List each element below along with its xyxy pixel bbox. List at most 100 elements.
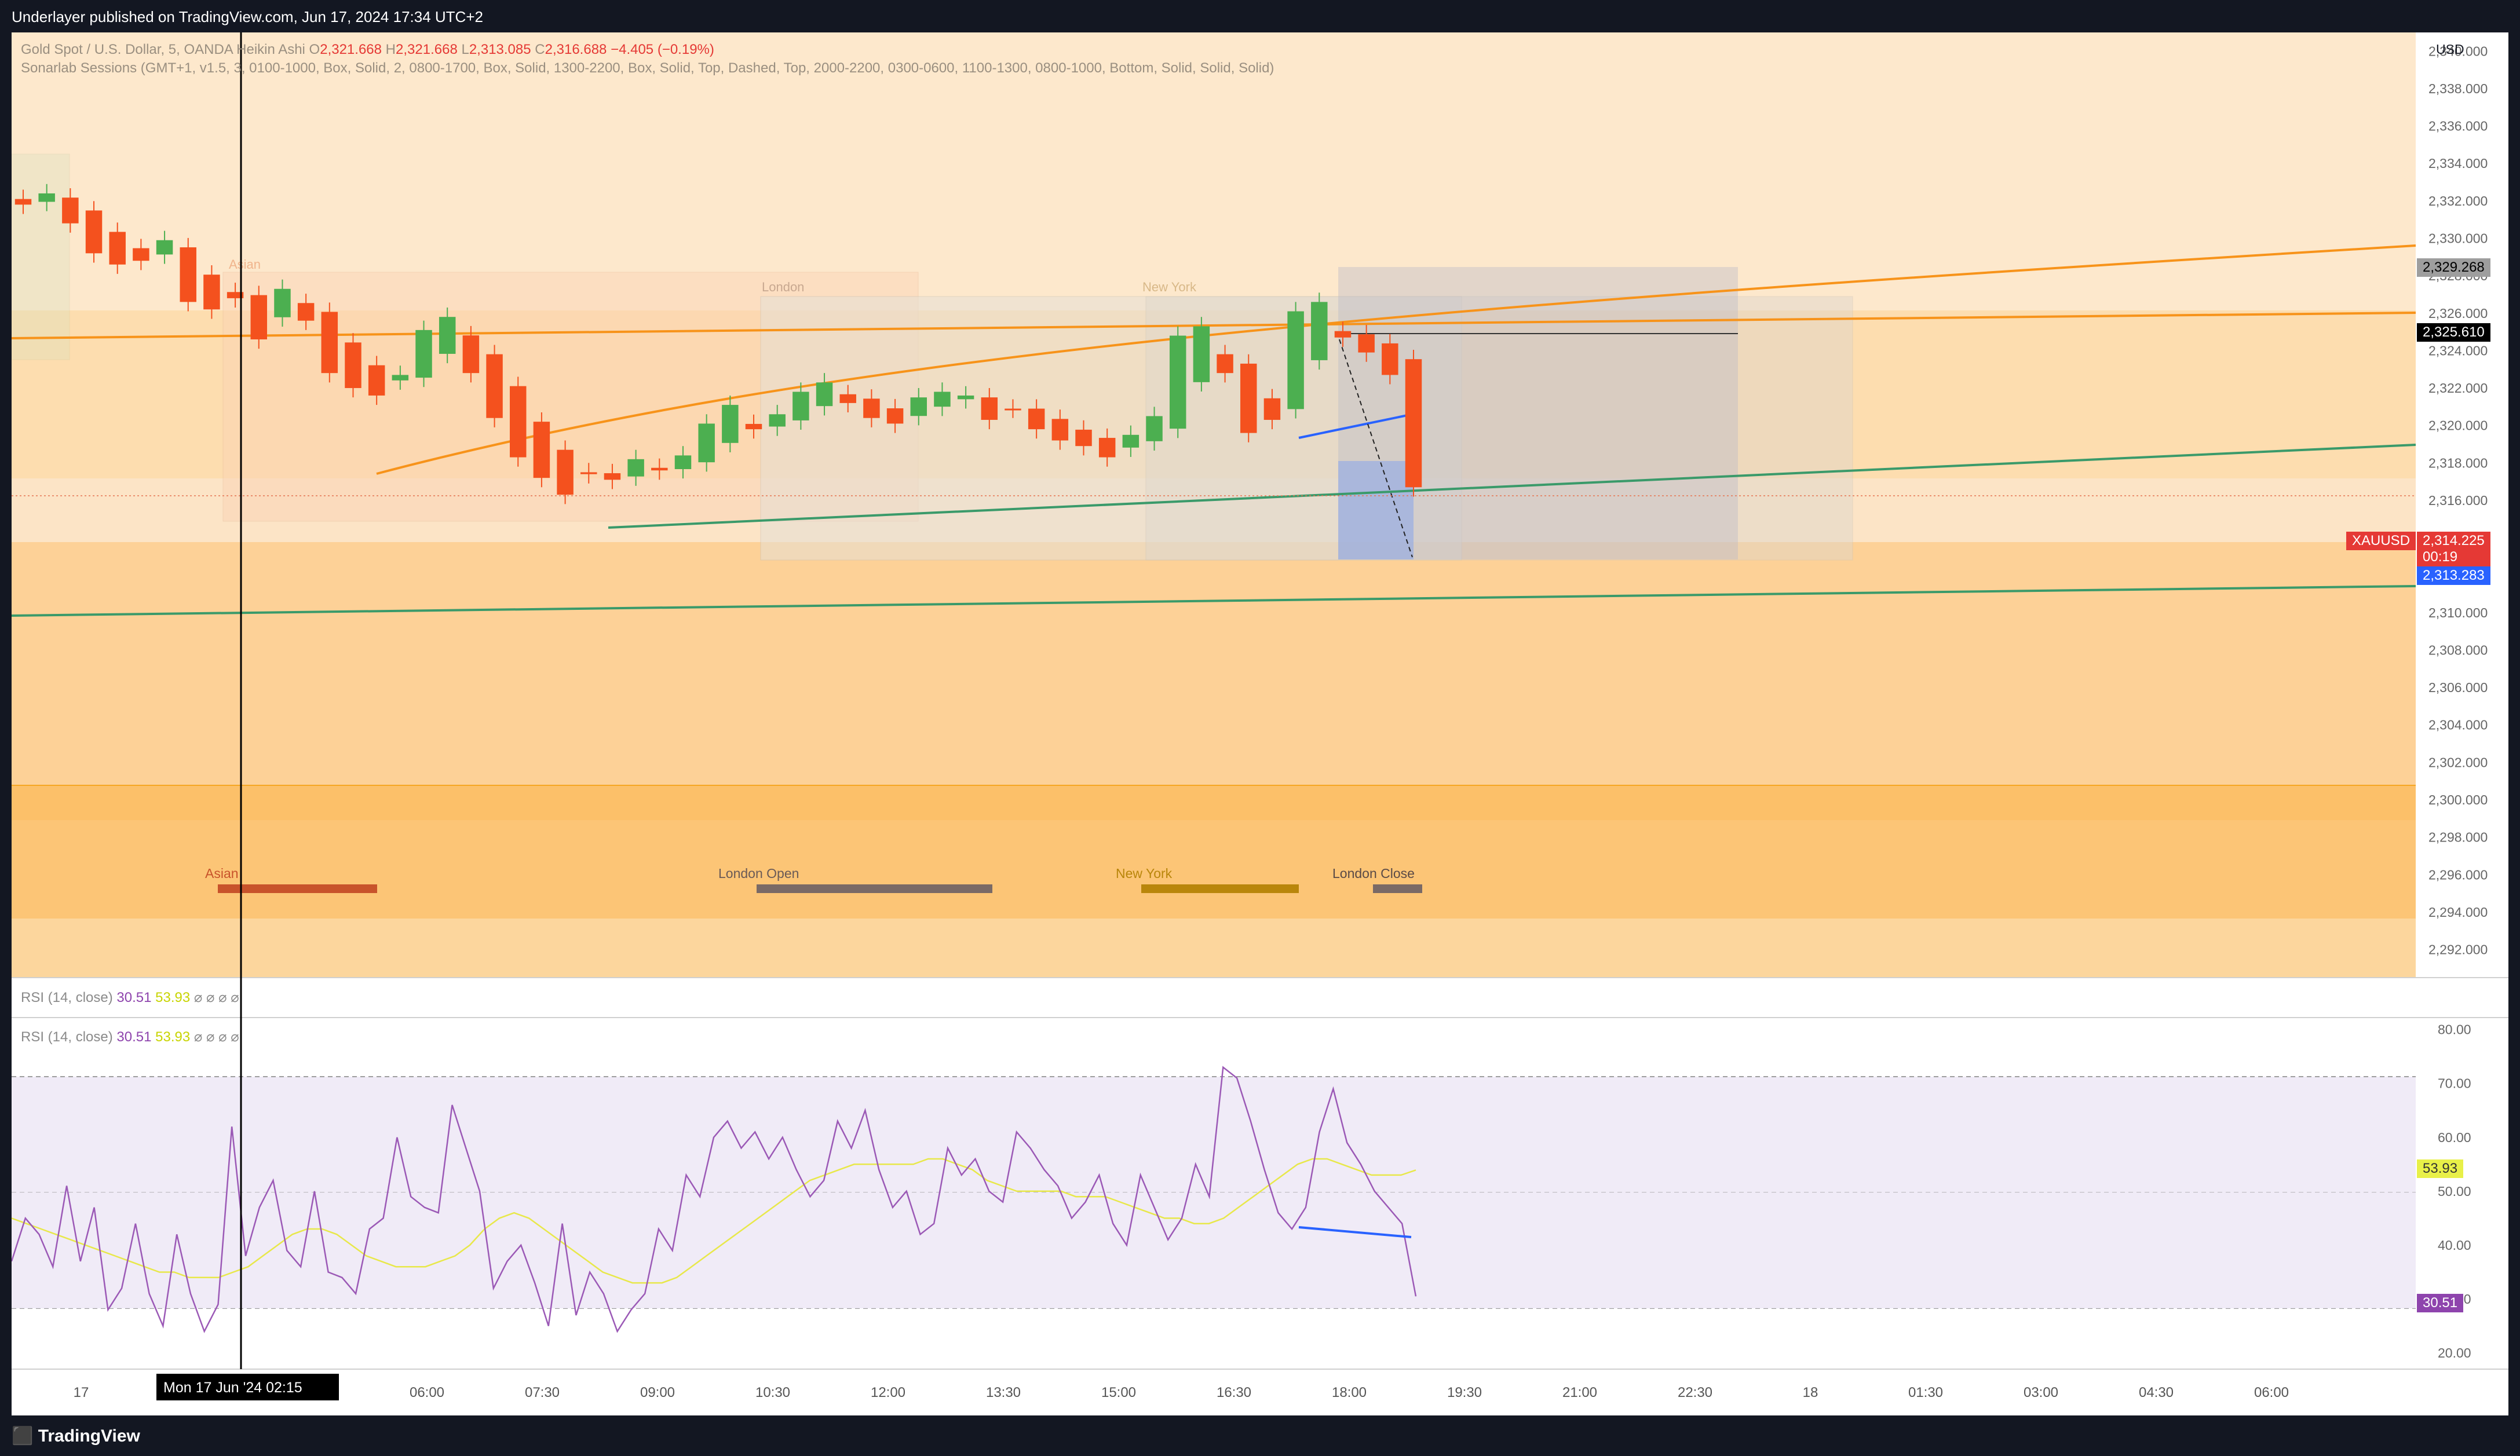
candle [1240,363,1257,433]
price-label: 2,302.000 [2428,755,2488,770]
candle [62,197,79,224]
candle [180,247,196,302]
symbol-tag: XAUUSD [2346,532,2416,550]
candle [1358,334,1375,353]
legend-high-label: H [385,42,396,57]
candle [1028,408,1045,430]
time-label: 15:00 [1101,1385,1136,1400]
session-label-london-open: London Open [718,866,799,881]
price-label: 2,294.000 [2428,905,2488,920]
legend-low: 2,313.085 [469,42,531,57]
rsi-legend-header[interactable]: RSI (14, close) 30.51 53.93 ⌀ ⌀ ⌀ ⌀ [21,989,239,1006]
candle [604,473,621,480]
price-label: 2,334.000 [2428,156,2488,171]
candle [674,455,692,469]
box-label-asian: Asian [229,257,261,272]
time-label: 03:00 [2024,1385,2058,1400]
candle [816,382,833,407]
price-label: 2,338.000 [2428,81,2488,96]
time-axis[interactable] [12,1369,2508,1415]
legend-close-label: C [535,42,545,57]
price-tag-high: 2,329.268 [2417,258,2490,277]
price-tag-level: 2,325.610 [2417,323,2490,342]
candle [510,386,527,458]
tradingview-logo[interactable]: ⬛ TradingView [12,1426,140,1446]
candle [722,405,739,443]
time-label: 22:30 [1678,1385,1712,1400]
chart-area[interactable]: Asian London New York Asian London Open … [12,32,2508,1415]
rsi-legend-value-2: 30.51 [116,1029,152,1045]
pane-separator[interactable] [12,978,2508,1018]
session-bar-london-open [757,884,992,893]
main-legend[interactable]: Gold Spot / U.S. Dollar, 5, OANDA Heikin… [21,42,714,58]
price-label: 2,308.000 [2428,642,2488,657]
rsi-band-lower [12,1192,2416,1308]
rsi-axis-label: 80.00 [2438,1022,2471,1037]
footer-bar: ⬛ TradingView [0,1415,2520,1456]
candle [250,295,268,339]
candle [486,354,503,418]
candle [957,395,974,400]
candle [698,423,715,463]
rsi-axis-label: 50.00 [2438,1184,2471,1199]
candle [886,408,904,424]
asian-box-prev [12,153,70,360]
price-tag-blue: 2,313.283 [2417,566,2490,585]
candle [1098,438,1116,458]
price-label: 2,298.000 [2428,830,2488,845]
candle [203,275,220,310]
time-label: 10:30 [755,1385,790,1400]
crosshair-time-label: Mon 17 Jun '24 02:15 [163,1380,302,1396]
rsi-legend-name: RSI (14, close) [21,990,113,1005]
session-label-asian: Asian [205,866,239,881]
candle [85,210,103,254]
tv-logo-icon: ⬛ [12,1426,38,1446]
time-label: 18:00 [1332,1385,1367,1400]
candle [769,414,786,427]
candle [462,335,480,374]
legend-low-label: L [461,42,469,57]
legend-high: 2,321.668 [396,42,458,57]
candle [792,392,809,420]
tv-logo-text: TradingView [38,1426,140,1446]
position-box-blue [1338,461,1414,559]
sessions-legend[interactable]: Sonarlab Sessions (GMT+1, v1.5, 3, 0100-… [21,60,1274,76]
price-label: 2,292.000 [2428,942,2488,957]
candle [1193,326,1210,382]
price-label: 2,310.000 [2428,605,2488,620]
box-label-london: London [762,280,804,294]
rsi-legend[interactable]: RSI (14, close) 30.51 53.93 ⌀ ⌀ ⌀ ⌀ [21,1029,239,1045]
candle [745,423,762,430]
time-label: 06:00 [2254,1385,2289,1400]
rsi-legend-name-2: RSI (14, close) [21,1029,113,1045]
candle [580,472,597,474]
price-label: 2,324.000 [2428,343,2488,358]
candle [1263,398,1281,420]
price-label: 2,330.000 [2428,231,2488,246]
legend-open-label: O [309,42,320,57]
candle [392,375,409,381]
candle [651,467,668,471]
last-price: 2,314.225 [2423,533,2485,548]
price-label: 2,326.000 [2428,306,2488,321]
chart-canvas[interactable]: Asian London New York Asian London Open … [12,32,2508,1415]
candle [274,288,291,317]
box-label-newyork: New York [1142,280,1197,294]
price-label: 2,332.000 [2428,193,2488,208]
rsi-tag-ma: 53.93 [2417,1159,2464,1178]
candle [1146,416,1163,441]
candle [156,240,173,255]
time-label: 13:30 [986,1385,1021,1400]
candle [1311,302,1328,360]
price-tag-last: 2,314.225 00:19 [2417,532,2490,571]
candle [415,330,432,378]
currency-label[interactable]: USD [2430,41,2470,58]
price-label: 2,296.000 [2428,867,2488,882]
legend-open: 2,321.668 [320,42,382,57]
candle [297,303,315,321]
candle [345,342,361,389]
candle [1334,331,1352,338]
rsi-axis-label: 60.00 [2438,1130,2471,1145]
candle [533,422,550,478]
zone-band-3 [12,542,2416,820]
